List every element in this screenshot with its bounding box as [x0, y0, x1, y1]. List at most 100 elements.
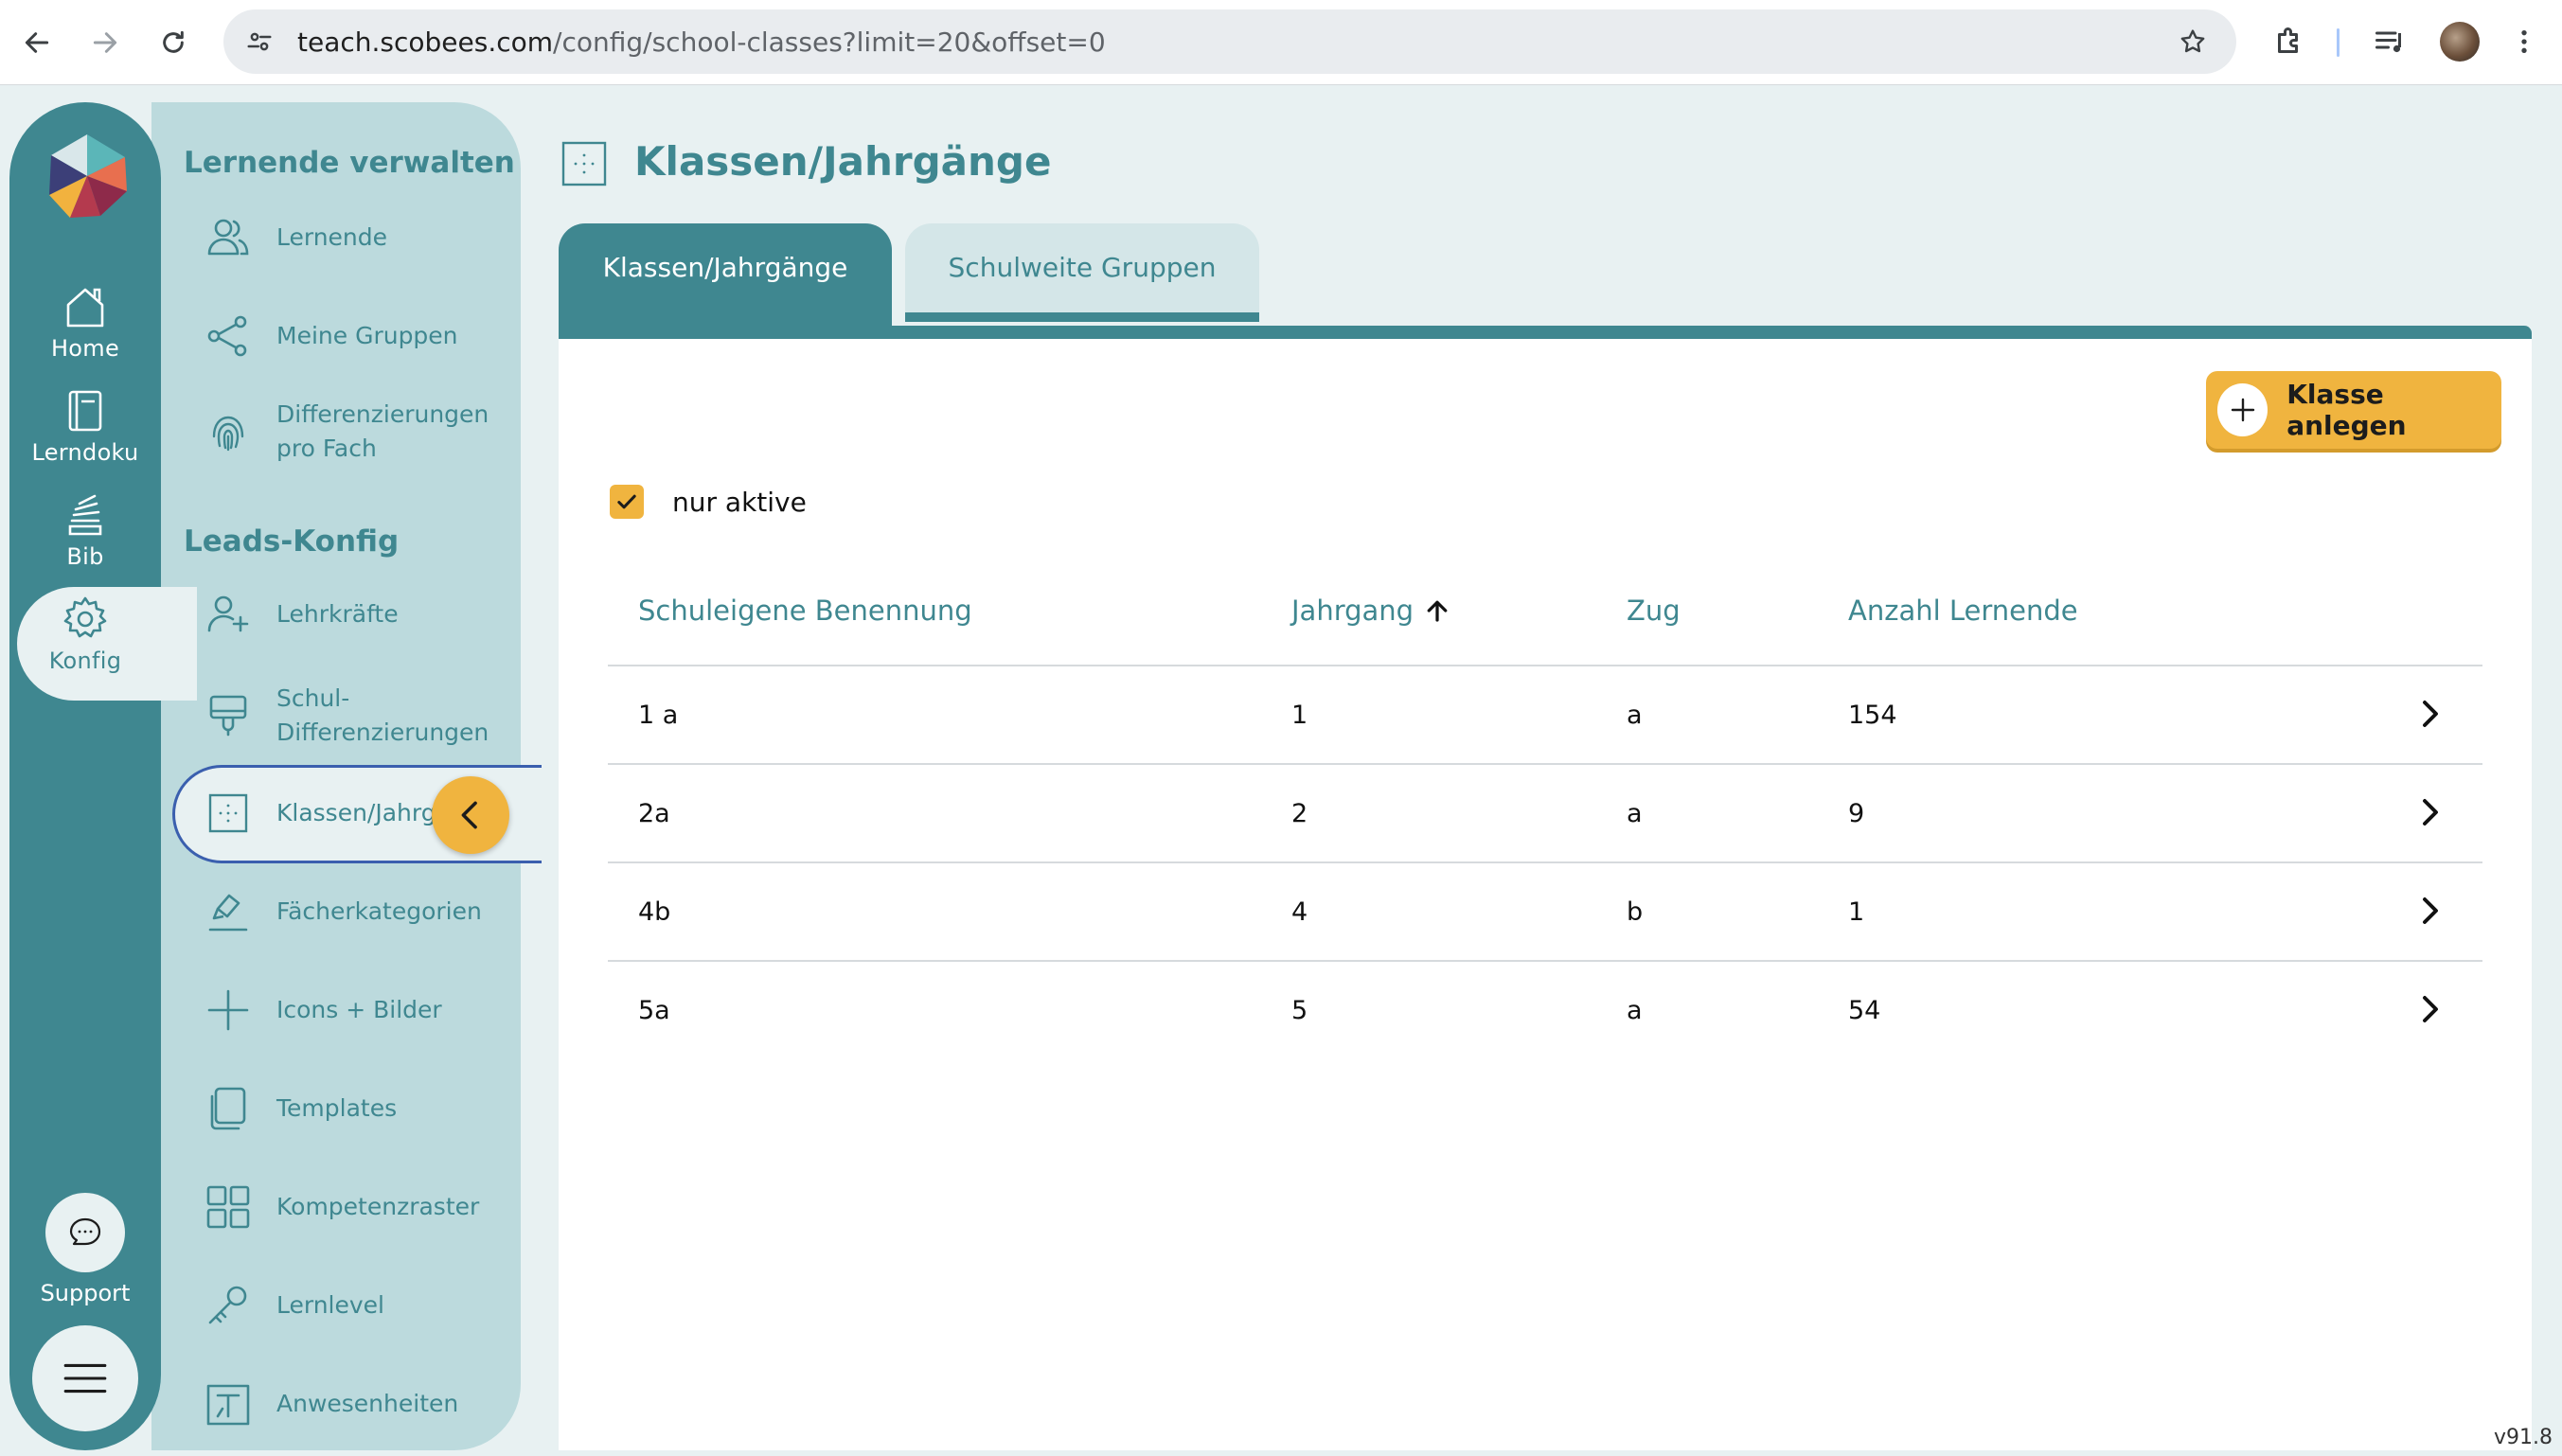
- address-bar[interactable]: teach.scobees.com/config/school-classes?…: [223, 9, 2236, 74]
- chat-bubble-icon: [69, 1217, 101, 1246]
- profile-avatar[interactable]: [2435, 17, 2484, 66]
- check-icon: [617, 494, 636, 509]
- column-header-label: Schuleigene Benennung: [638, 595, 972, 627]
- chevron-right-icon[interactable]: [2416, 992, 2445, 1026]
- cell-name: 1 a: [638, 701, 679, 730]
- active-only-label: nur aktive: [672, 486, 807, 518]
- page-title: Klassen/Jahrgänge: [634, 138, 1052, 185]
- sidebar-item-icons-bilder[interactable]: Icons + Bilder: [205, 986, 507, 1034]
- sidebar-item-label: Schul-Differenzierungen: [276, 684, 489, 746]
- sidebar-item-label: Lernende: [276, 223, 388, 251]
- cell-zug: a: [1627, 996, 1643, 1025]
- sidebar-item-differenzierungen-pro-fach[interactable]: Differenzierungen pro Fach: [205, 398, 507, 466]
- grid-dots-icon: [205, 790, 252, 837]
- rail-item-konfig[interactable]: Konfig: [9, 593, 161, 674]
- table-row[interactable]: 4b 4 b 1: [608, 863, 2482, 962]
- forward-button[interactable]: [83, 21, 127, 64]
- rail-item-label: Lerndoku: [31, 439, 139, 466]
- sidebar-item-faecherkategorien[interactable]: Fächerkategorien: [205, 888, 507, 935]
- sidebar-item-label: Lehrkräfte: [276, 600, 399, 628]
- home-icon: [66, 288, 104, 328]
- sidebar-item-lernlevel[interactable]: Lernlevel: [205, 1282, 507, 1329]
- sidebar-item-templates[interactable]: Templates: [205, 1085, 507, 1132]
- config-sidebar: Lernende verwalten Lernende Meine Gruppe…: [151, 102, 542, 1450]
- sidebar-item-anwesenheiten[interactable]: Anwesenheiten: [205, 1380, 507, 1428]
- tab-schulweite-gruppen[interactable]: Schulweite Gruppen: [905, 223, 1259, 322]
- support-button[interactable]: [45, 1193, 125, 1272]
- fingerprint-icon: [205, 408, 252, 455]
- sidebar-item-label: Lernlevel: [276, 1291, 385, 1319]
- cell-anzahl: 154: [1848, 701, 1897, 730]
- tab-klassen-jahrgaenge[interactable]: Klassen/Jahrgänge: [559, 223, 892, 326]
- collapse-sidebar-button[interactable]: [432, 776, 509, 854]
- table-row[interactable]: 2a 2 a 9: [608, 765, 2482, 863]
- column-header-label: Zug: [1627, 595, 1681, 627]
- cell-zug: a: [1627, 799, 1643, 828]
- column-header-anzahl[interactable]: Anzahl Lernende: [1848, 595, 2078, 627]
- rail-item-label: Bib: [66, 543, 104, 570]
- more-menu-icon[interactable]: [2503, 17, 2545, 66]
- key-icon: [205, 1282, 252, 1329]
- add-class-button[interactable]: Klasse anlegen: [2206, 371, 2501, 449]
- chevron-right-icon[interactable]: [2416, 697, 2445, 731]
- active-filter: nur aktive: [610, 485, 807, 519]
- bookmark-star-icon[interactable]: [2174, 23, 2212, 61]
- sort-ascending-icon: [1427, 600, 1448, 622]
- chevron-right-icon[interactable]: [2416, 894, 2445, 928]
- section-title-leads-konfig: Leads-Konfig: [184, 524, 400, 559]
- chevron-right-icon[interactable]: [2416, 795, 2445, 829]
- rail-item-home[interactable]: Home: [9, 280, 161, 362]
- table-row[interactable]: 5a 5 a 54: [608, 962, 2482, 1060]
- reload-icon: [163, 30, 184, 53]
- scobees-logo[interactable]: [42, 131, 133, 222]
- sidebar-item-schul-differenzierungen[interactable]: Schul-Differenzierungen: [205, 682, 507, 750]
- sidebar-item-label: Kompetenzraster: [276, 1193, 480, 1220]
- sidebar-item-label: Differenzierungen pro Fach: [276, 400, 489, 462]
- chevron-left-icon: [461, 801, 477, 829]
- plus-icon: [205, 986, 252, 1034]
- active-only-checkbox[interactable]: [610, 485, 644, 519]
- sidebar-item-label: Anwesenheiten: [276, 1390, 459, 1417]
- book-icon: [68, 390, 102, 432]
- sidebar-item-lernende[interactable]: Lernende: [205, 214, 507, 261]
- section-title-lernende: Lernende verwalten: [184, 146, 515, 180]
- sidebar-item-label: Meine Gruppen: [276, 322, 458, 349]
- rail-item-lerndoku[interactable]: Lerndoku: [9, 384, 161, 466]
- plus-circle-icon: [2217, 383, 2268, 436]
- url-text: teach.scobees.com/config/school-classes?…: [297, 27, 1106, 58]
- column-header-jahrgang[interactable]: Jahrgang: [1291, 595, 1451, 627]
- library-icon: [68, 494, 102, 536]
- tag-pen-icon: [205, 888, 252, 935]
- cell-jahrgang: 1: [1291, 701, 1308, 730]
- column-header-benennung[interactable]: Schuleigene Benennung: [638, 595, 972, 627]
- media-queue-icon[interactable]: [2365, 17, 2414, 66]
- copy-icon: [205, 1085, 252, 1132]
- gear-icon: [63, 596, 107, 638]
- sidebar-item-kompetenzraster[interactable]: Kompetenzraster: [205, 1183, 507, 1231]
- site-settings-icon[interactable]: [239, 21, 280, 62]
- browser-toolbar: teach.scobees.com/config/school-classes?…: [0, 0, 2562, 85]
- reload-button[interactable]: [151, 21, 195, 64]
- sidebar-item-lehrkraefte[interactable]: Lehrkräfte: [205, 591, 507, 638]
- column-header-zug[interactable]: Zug: [1627, 595, 1681, 627]
- cell-name: 5a: [638, 996, 670, 1025]
- cell-name: 4b: [638, 897, 671, 927]
- attendance-icon: [205, 1380, 252, 1428]
- sidebar-item-label: Fächerkategorien: [276, 897, 482, 925]
- rail-item-bib[interactable]: Bib: [9, 488, 161, 570]
- menu-button[interactable]: [32, 1325, 138, 1431]
- table-row[interactable]: 1 a 1 a 154: [608, 666, 2482, 765]
- cell-jahrgang: 5: [1291, 996, 1308, 1025]
- back-button[interactable]: [15, 21, 59, 64]
- hamburger-icon: [63, 1363, 107, 1394]
- grid-icon: [205, 1183, 252, 1231]
- paint-brush-icon: [205, 692, 252, 739]
- users-icon: [205, 214, 252, 261]
- support-label: Support: [40, 1280, 131, 1306]
- arrow-right-icon: [93, 32, 117, 53]
- cell-anzahl: 54: [1848, 996, 1881, 1025]
- cell-zug: b: [1627, 897, 1644, 927]
- share-nodes-icon: [205, 312, 252, 360]
- extensions-icon[interactable]: [2265, 17, 2314, 66]
- sidebar-item-meine-gruppen[interactable]: Meine Gruppen: [205, 312, 507, 360]
